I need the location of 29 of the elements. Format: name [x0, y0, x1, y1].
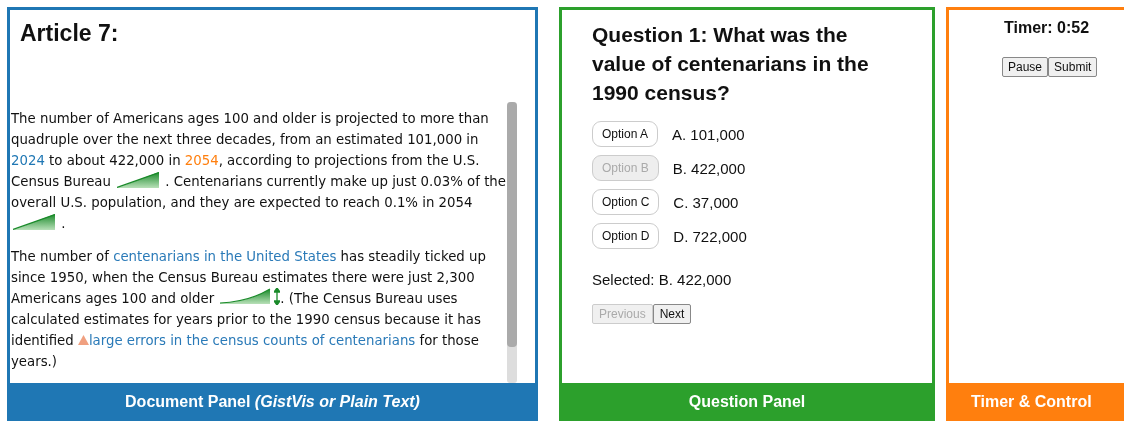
panel-label: Timer & Control — [946, 383, 1124, 421]
control-button[interactable]: Pause — [1002, 57, 1049, 77]
timer-text: Timer: 0:52 — [1004, 19, 1090, 37]
nav-button[interactable]: Next — [652, 304, 692, 324]
article-title: Article 7: — [20, 20, 120, 47]
option-button[interactable]: Option D — [592, 223, 660, 249]
option-button[interactable]: Option A — [592, 121, 659, 147]
control-button[interactable]: Submit — [1048, 57, 1098, 77]
sparkline-drawing — [220, 288, 273, 305]
sparkline-drawing — [13, 214, 55, 230]
panel-label: Question Panel — [559, 383, 935, 421]
triangle-icon — [77, 335, 89, 345]
answer-text: C. 37,000 — [673, 193, 739, 211]
paragraph: The number of centenarians in the United States has steadily ticked up since 1950, when the Census Bureau estimates there were just 2,300 Americans ages 100 and older . (The Census Bureau uses calculated estimates for years prior to the 1990 census because it has identified large errors in the census counts of centenarians for those years.) — [11, 248, 487, 371]
answer-text: D. 722,000 — [673, 227, 747, 245]
highlighted-text: 2024 — [11, 153, 45, 168]
paragraph: The number of Americans ages 100 and older is projected to more than quadruple over the next three decades, from an estimated 101,000 in 2024 to about 422,000 in 2054, according to projections from the U.S. Census Bureau . Centenarians currently make up just 0.03% of the overall U.S. population, and they are expected to reach 0.1% in 2054 . — [11, 110, 507, 233]
scrollbar[interactable] — [507, 102, 517, 383]
text-link[interactable]: large errors in the census counts of centenarians — [88, 333, 416, 348]
answer-text: B. 422,000 — [672, 159, 746, 177]
text-link[interactable]: centenarians in the United States — [113, 249, 337, 264]
panel-label: Document Panel (GistVis or Plain Text) — [125, 393, 420, 411]
highlighted-text: 2054 — [184, 153, 219, 168]
selected-answer: Selected: B. 422,000 — [592, 271, 733, 288]
answer-text: A. 101,000 — [672, 125, 745, 143]
option-button[interactable]: Option C — [592, 189, 660, 215]
up-down-arrow-icon — [274, 288, 281, 305]
sparkline-drawing — [117, 172, 160, 188]
question-text: Question 1: What was the value of centenarians in the 1990 census? — [592, 22, 870, 106]
